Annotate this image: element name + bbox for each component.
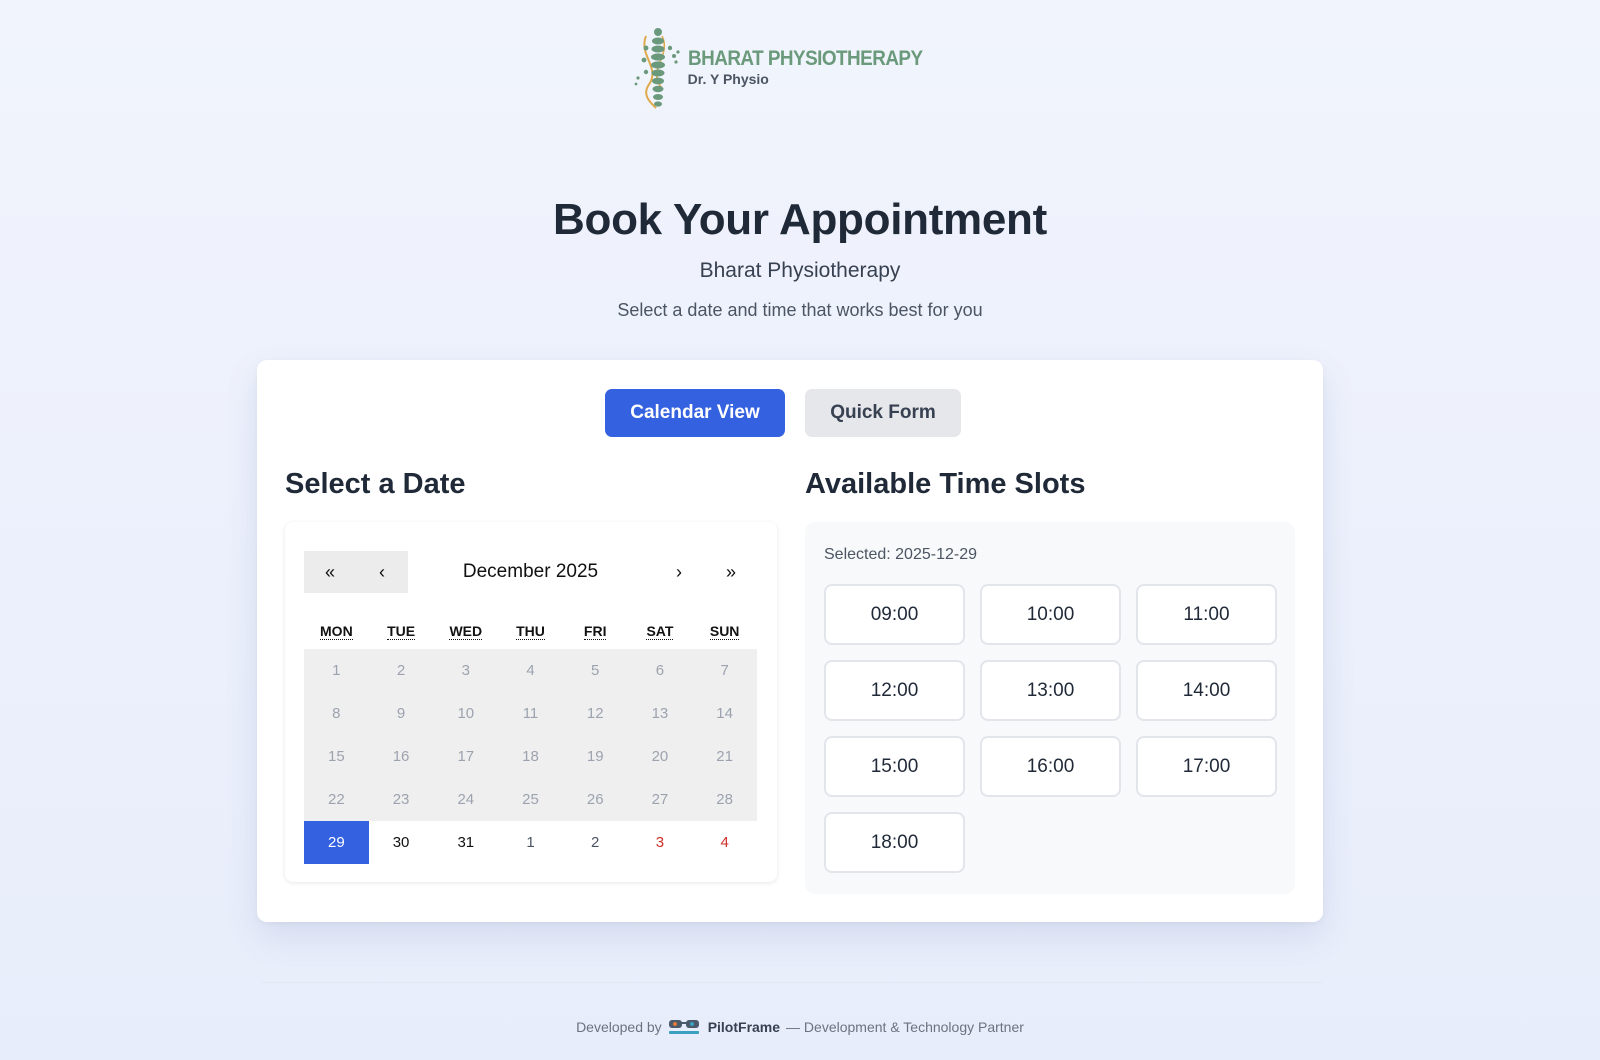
calendar: « ‹ December 2025 › » MON TUE WED THU FRI SAT…	[285, 522, 777, 882]
weekday-abbr: SUN	[709, 623, 740, 640]
weekday-abbr: SAT	[646, 623, 674, 640]
clinic-name: Bharat Physiotherapy	[699, 259, 901, 282]
calendar-day: 28	[692, 778, 757, 821]
time-slot-button[interactable]: 14:00	[1136, 660, 1277, 721]
hero: Book Your Appointment Bharat Physiothera…	[0, 190, 1600, 322]
calendar-day: 3	[433, 649, 499, 692]
time-slots-panel: Selected: 2025-12-29 09:00 10:00 11:00 12:0…	[805, 522, 1295, 894]
time-slot-button[interactable]: 18:00	[824, 812, 965, 873]
weekday-label: TUE	[369, 623, 434, 640]
calendar-day[interactable]: 30	[369, 821, 434, 864]
calendar-day: 8	[304, 692, 369, 735]
header-logo: BHARAT PHYSIOTHERAPY Dr. Y Physio	[0, 26, 1600, 110]
next-year-button[interactable]: »	[705, 551, 757, 593]
page-description: Select a date and time that works best f…	[617, 300, 983, 320]
calendar-day: 7	[692, 649, 757, 692]
calendar-day[interactable]: 4	[692, 821, 757, 864]
weekday-abbr: MON	[320, 623, 353, 640]
weekday-label: THU	[498, 623, 563, 640]
time-slot-button[interactable]: 10:00	[980, 584, 1121, 645]
weekday-label: SUN	[692, 623, 757, 640]
calendar-day: 25	[498, 778, 563, 821]
booking-card: Calendar View Quick Form Select a Date A…	[257, 360, 1323, 922]
calendar-day: 21	[692, 735, 757, 778]
calendar-day[interactable]: 3	[628, 821, 693, 864]
calendar-day: 12	[562, 692, 628, 735]
calendar-day: 16	[368, 735, 434, 778]
page-title: Book Your Appointment	[553, 195, 1047, 244]
calendar-day-selected[interactable]: 29	[304, 821, 369, 864]
calendar-day: 20	[627, 735, 693, 778]
calendar-day: 14	[692, 692, 757, 735]
next-month-button[interactable]: ›	[653, 551, 705, 593]
prev-month-button[interactable]: ‹	[356, 551, 408, 593]
calendar-day: 22	[304, 778, 369, 821]
calendar-day: 24	[433, 778, 499, 821]
view-toggle: Calendar View Quick Form	[257, 389, 1323, 437]
calendar-day: 19	[562, 735, 628, 778]
calendar-navigation: « ‹ December 2025 › »	[304, 551, 757, 593]
calendar-day: 18	[498, 735, 563, 778]
calendar-day: 17	[433, 735, 499, 778]
brand-subtitle: Dr. Y Physio	[687, 71, 769, 87]
calendar-day: 5	[562, 649, 628, 692]
prev-year-button[interactable]: «	[304, 551, 356, 593]
selected-date-label: Selected: 2025-12-29	[824, 546, 977, 563]
calendar-day: 1	[304, 649, 369, 692]
calendar-day[interactable]: 1	[498, 821, 563, 864]
calendar-day: 11	[498, 692, 563, 735]
weekday-header: MON TUE WED THU FRI SAT SUN	[304, 623, 757, 640]
calendar-day: 15	[304, 735, 369, 778]
footer-divider	[262, 982, 1322, 983]
calendar-day: 23	[368, 778, 434, 821]
time-slot-button[interactable]: 09:00	[824, 584, 965, 645]
weekday-abbr: WED	[449, 623, 483, 640]
weekday-abbr: FRI	[583, 623, 607, 640]
calendar-view-button[interactable]: Calendar View	[605, 389, 785, 437]
time-slot-button[interactable]: 12:00	[824, 660, 965, 721]
weekday-label: MON	[304, 623, 369, 640]
calendar-days: 1 2 3 4 5 6 7 8 9 10 11 12 13 14 15 16 17 18 19 20 21 22 23 24 2…	[304, 649, 757, 864]
calendar-day: 2	[368, 649, 434, 692]
time-slot-button[interactable]: 11:00	[1136, 584, 1277, 645]
weekday-abbr: TUE	[387, 623, 416, 640]
calendar-day: 9	[368, 692, 434, 735]
select-date-heading: Select a Date	[285, 468, 466, 500]
quick-form-button[interactable]: Quick Form	[805, 389, 961, 437]
brand-name: BHARAT PHYSIOTHERAPY	[687, 47, 923, 70]
weekday-abbr: THU	[516, 623, 545, 640]
footer-prefix: Developed by	[576, 1019, 662, 1035]
weekday-label: SAT	[628, 623, 693, 640]
calendar-day: 26	[562, 778, 628, 821]
spine-logo-icon	[634, 28, 680, 109]
calendar-day: 10	[433, 692, 499, 735]
footer: Developed by PilotFrame — Development & …	[0, 1018, 1600, 1036]
weekday-label: WED	[433, 623, 498, 640]
pilotframe-logo-icon	[668, 1018, 702, 1036]
time-slot-button[interactable]: 17:00	[1136, 736, 1277, 797]
calendar-day: 4	[498, 649, 563, 692]
calendar-day[interactable]: 2	[563, 821, 628, 864]
weekday-label: FRI	[563, 623, 628, 640]
calendar-day: 6	[627, 649, 693, 692]
time-slot-grid: 09:00 10:00 11:00 12:00 13:00 14:00 15:00 16:00…	[824, 584, 1277, 873]
time-slot-button[interactable]: 15:00	[824, 736, 965, 797]
calendar-day[interactable]: 31	[433, 821, 498, 864]
footer-suffix: — Development & Technology Partner	[786, 1019, 1024, 1035]
time-slot-button[interactable]: 16:00	[980, 736, 1121, 797]
calendar-day: 27	[627, 778, 693, 821]
footer-brand[interactable]: PilotFrame	[708, 1019, 780, 1035]
month-label[interactable]: December 2025	[408, 561, 653, 583]
calendar-day: 13	[627, 692, 693, 735]
time-slot-button[interactable]: 13:00	[980, 660, 1121, 721]
time-slots-heading: Available Time Slots	[805, 468, 1086, 500]
